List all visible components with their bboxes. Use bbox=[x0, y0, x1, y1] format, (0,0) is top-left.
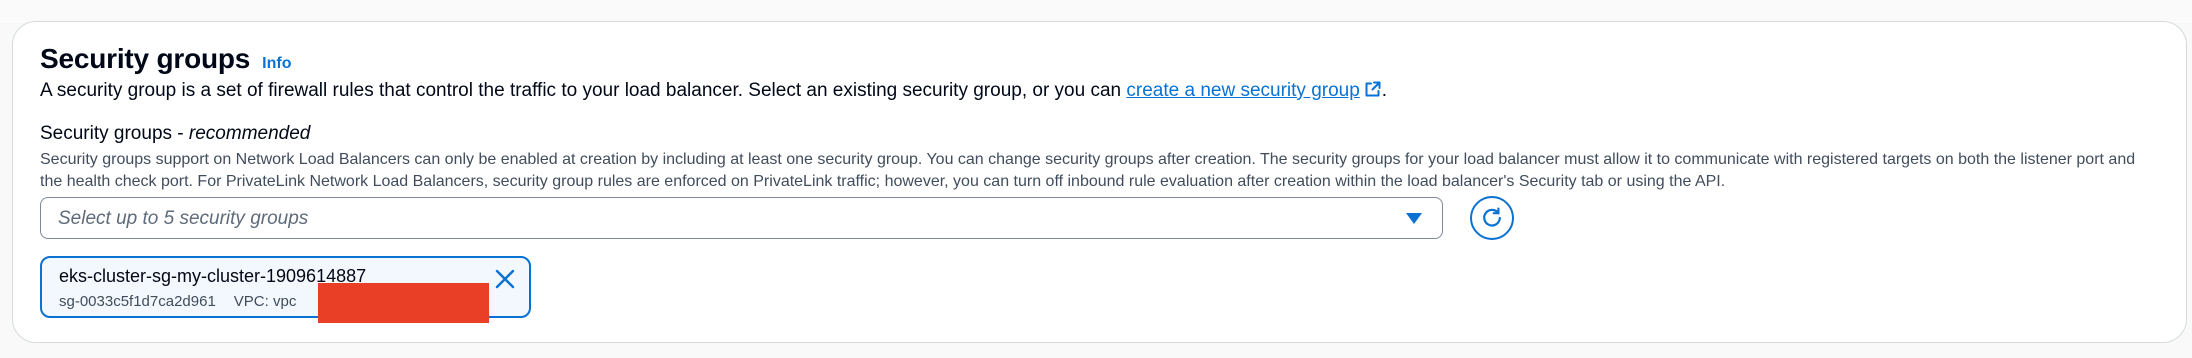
select-placeholder: Select up to 5 security groups bbox=[58, 208, 309, 229]
page-top-strip bbox=[0, 0, 2192, 22]
refresh-button[interactable] bbox=[1470, 196, 1514, 240]
security-groups-field-label: Security groups - recommended bbox=[40, 123, 310, 145]
description-suffix: . bbox=[1381, 80, 1388, 101]
create-security-group-link[interactable]: create a new security group bbox=[1126, 80, 1381, 101]
token-vpc: VPC: vpc bbox=[233, 293, 297, 310]
refresh-icon bbox=[1483, 207, 1501, 227]
close-icon[interactable] bbox=[494, 268, 516, 290]
field-label-recommended: recommended bbox=[188, 123, 311, 144]
section-description: A security group is a set of firewall ru… bbox=[40, 80, 1387, 102]
info-link[interactable]: Info bbox=[262, 55, 291, 73]
caret-down-icon[interactable] bbox=[1406, 213, 1422, 224]
section-header: Security groups Info bbox=[40, 43, 292, 75]
security-groups-select[interactable]: Select up to 5 security groups bbox=[40, 197, 1443, 239]
redaction-block bbox=[318, 283, 489, 323]
token-meta: sg-0033c5f1d7ca2d961 VPC: vpc bbox=[59, 293, 296, 310]
security-groups-field-description: Security groups support on Network Load … bbox=[40, 151, 2136, 190]
section-title: Security groups bbox=[40, 43, 251, 74]
field-label-text: Security groups - bbox=[40, 123, 189, 144]
create-security-group-link-label[interactable]: create a new security group bbox=[1126, 80, 1359, 101]
external-link-icon[interactable] bbox=[1364, 80, 1382, 98]
description-text: A security group is a set of firewall ru… bbox=[40, 80, 1127, 101]
token-group-id: sg-0033c5f1d7ca2d961 bbox=[59, 293, 216, 310]
